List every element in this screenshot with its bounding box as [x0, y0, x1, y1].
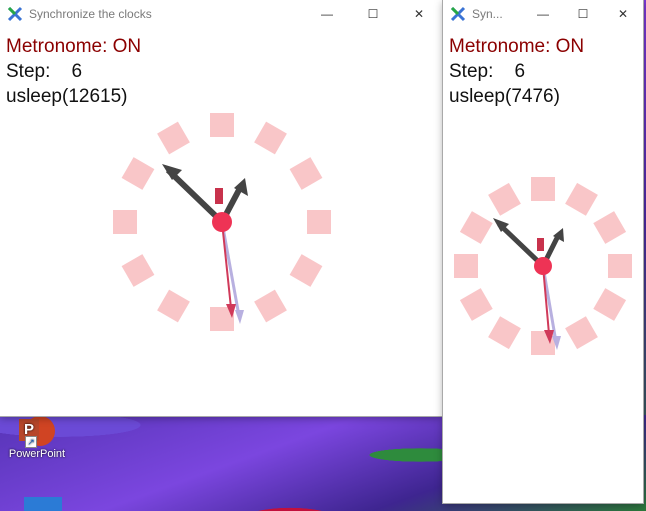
maximize-icon: ☐	[577, 7, 589, 21]
maximize-button[interactable]: ☐	[350, 0, 396, 28]
pendulum-marker	[537, 238, 544, 251]
hour-marker	[459, 211, 493, 244]
pendulum-marker	[215, 188, 223, 204]
hour-marker	[593, 288, 627, 321]
hour-marker	[210, 113, 234, 137]
hour-hand	[165, 167, 225, 225]
app-x-icon	[450, 6, 466, 22]
close-button[interactable]: ✕	[396, 0, 442, 28]
hour-marker	[488, 182, 521, 216]
hour-marker	[121, 254, 155, 287]
minimize-button[interactable]: —	[304, 0, 350, 28]
clock-canvas: Metronome: ON Step: 6 usleep(12615)	[0, 28, 442, 416]
hour-marker	[289, 254, 323, 287]
hour-marker	[565, 316, 598, 350]
clock-center	[212, 212, 232, 232]
hour-marker	[307, 210, 331, 234]
desktop-icon-label: PowerPoint	[8, 448, 66, 460]
powerpoint-icon: P ↗	[19, 416, 55, 448]
maximize-icon: ☐	[367, 7, 379, 21]
title-bar[interactable]: Syn... — ☐ ✕	[443, 0, 643, 28]
hour-hand	[497, 222, 545, 268]
minimize-button[interactable]: —	[523, 0, 563, 28]
clock-canvas: Metronome: ON Step: 6 usleep(7476)	[443, 28, 643, 503]
hour-marker	[157, 289, 190, 323]
hour-marker	[254, 121, 287, 155]
secondary-second-arrow	[235, 310, 244, 324]
hour-marker	[565, 182, 598, 216]
hour-marker	[254, 289, 287, 323]
analog-clock	[113, 113, 331, 331]
hour-marker	[531, 177, 555, 201]
hour-marker	[121, 157, 155, 190]
title-bar[interactable]: Synchronize the clocks — ☐ ✕	[0, 0, 442, 28]
taskbar-item[interactable]	[24, 497, 62, 511]
hour-marker	[113, 210, 137, 234]
hour-marker	[488, 316, 521, 350]
hour-marker	[157, 121, 190, 155]
close-button[interactable]: ✕	[603, 0, 643, 28]
close-icon: ✕	[413, 7, 425, 21]
app-x-icon	[7, 6, 23, 22]
close-icon: ✕	[617, 7, 629, 21]
clock-center	[534, 257, 552, 275]
clock-window-main: Synchronize the clocks — ☐ ✕ Metronome: …	[0, 0, 442, 416]
desktop-icon-powerpoint[interactable]: P ↗ PowerPoint	[2, 416, 72, 460]
hour-marker	[454, 254, 478, 278]
maximize-button[interactable]: ☐	[563, 0, 603, 28]
shortcut-arrow-icon: ↗	[25, 436, 37, 448]
hour-marker	[593, 211, 627, 244]
analog-clock	[454, 177, 632, 355]
window-title: Synchronize the clocks	[29, 7, 152, 21]
minimize-icon: —	[537, 7, 549, 21]
hour-marker	[608, 254, 632, 278]
hour-marker	[459, 288, 493, 321]
clock-window-secondary: Syn... — ☐ ✕ Metronome: ON Step: 6 uslee…	[443, 0, 643, 503]
minimize-icon: —	[321, 7, 333, 21]
window-title: Syn...	[472, 7, 503, 21]
hour-marker	[289, 157, 323, 190]
